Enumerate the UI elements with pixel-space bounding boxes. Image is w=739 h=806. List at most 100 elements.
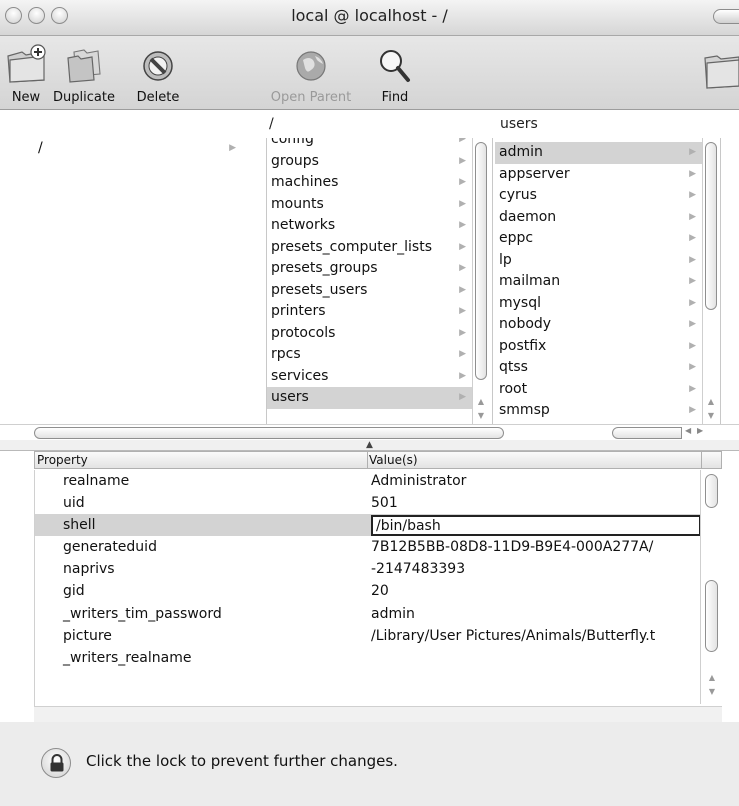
delete-button[interactable]: Delete bbox=[128, 44, 188, 105]
property-row[interactable]: generateduid 7B12B5BB-08D8-11D9-B9E4-000A… bbox=[35, 536, 722, 558]
property-value: 501 bbox=[371, 495, 398, 512]
scroll-thumb[interactable] bbox=[705, 142, 717, 310]
browser-item-users[interactable]: mailman ▶ bbox=[495, 271, 702, 293]
browser-item-users[interactable]: smmsp ▶ bbox=[495, 400, 702, 422]
disclosure-arrow-icon: ▶ bbox=[689, 362, 696, 372]
disclosure-arrow-icon: ▶ bbox=[459, 263, 466, 273]
browser-item-label: mounts bbox=[271, 195, 324, 212]
scroll-up-arrow-icon[interactable]: ▲ bbox=[473, 396, 489, 408]
property-scrollbar[interactable]: ▲ ▼ bbox=[700, 470, 722, 704]
pane-splitter[interactable]: ▲ bbox=[0, 440, 739, 451]
column-browser: / ▶ / config ▶ groups ▶ machines ▶ mounts ▶ netwo… bbox=[0, 110, 739, 435]
property-name: _writers_tim_password bbox=[63, 605, 222, 622]
duplicate-icon bbox=[67, 49, 101, 83]
column-header-users: users bbox=[500, 116, 538, 132]
magnifier-icon bbox=[380, 50, 410, 82]
new-button-label: New bbox=[11, 90, 41, 105]
disclosure-arrow-icon: ▶ bbox=[689, 340, 696, 351]
browser-item-label: protocols bbox=[271, 324, 336, 341]
scroll-up-arrow-icon[interactable]: ▲ bbox=[704, 672, 720, 684]
scroll-thumb[interactable] bbox=[705, 580, 718, 652]
property-value-edit-field[interactable]: /bin/bash bbox=[371, 515, 701, 537]
browser-item-users[interactable]: admin ▶ bbox=[495, 142, 702, 164]
window-title: local @ localhost - / bbox=[291, 6, 448, 25]
browser-item-users[interactable]: root ▶ bbox=[495, 379, 702, 401]
browser-item-slash[interactable]: protocols ▶ bbox=[267, 323, 472, 345]
scroll-down-arrow-icon[interactable]: ▼ bbox=[473, 410, 489, 422]
browser-item-slash[interactable]: services ▶ bbox=[267, 366, 472, 388]
property-row[interactable]: uid 501 bbox=[35, 492, 722, 514]
browser-item-users[interactable]: nobody ▶ bbox=[495, 314, 702, 336]
browser-item-users[interactable]: postfix ▶ bbox=[495, 336, 702, 358]
property-value: /Library/User Pictures/Animals/Butterfly… bbox=[371, 627, 656, 644]
toolbar: New Duplicate Delete Open Parent Find bbox=[0, 36, 739, 110]
browser-item-label: mailman bbox=[499, 273, 561, 289]
property-name: generateduid bbox=[63, 539, 157, 556]
browser-item-users[interactable]: cyrus ▶ bbox=[495, 185, 702, 207]
browser-item-users[interactable]: qtss ▶ bbox=[495, 357, 702, 379]
browser-item-slash[interactable]: machines ▶ bbox=[267, 172, 472, 194]
duplicate-button-label: Duplicate bbox=[53, 90, 115, 105]
browser-item-label: postfix bbox=[499, 337, 547, 354]
browser-item-slash[interactable]: groups ▶ bbox=[267, 151, 472, 173]
toolbar-toggle-button[interactable] bbox=[713, 9, 739, 24]
lock-button[interactable] bbox=[41, 748, 71, 778]
browser-item-users[interactable]: lp ▶ bbox=[495, 250, 702, 272]
scroll-thumb[interactable] bbox=[475, 142, 487, 380]
browser-item-label: eppc bbox=[499, 230, 534, 246]
duplicate-button[interactable]: Duplicate bbox=[48, 44, 120, 105]
browser-item-label: nobody bbox=[499, 316, 552, 332]
browser-horizontal-scrollbar[interactable]: ◀ ▶ bbox=[0, 424, 739, 440]
scroll-right-arrow-icon[interactable]: ▶ bbox=[697, 426, 703, 435]
browser-item-slash[interactable]: mounts ▶ bbox=[267, 194, 472, 216]
column-scrollbar-slash[interactable]: ▲ ▼ bbox=[472, 138, 488, 424]
open-parent-button-label: Open Parent bbox=[270, 90, 352, 105]
disclosure-arrow-icon: ▶ bbox=[689, 297, 696, 308]
disclosure-arrow-icon: ▶ bbox=[459, 155, 466, 166]
open-parent-button[interactable]: Open Parent bbox=[268, 44, 354, 105]
browser-item-users[interactable]: daemon ▶ bbox=[495, 207, 702, 229]
property-column-header[interactable]: Property bbox=[37, 453, 88, 467]
browser-item-root[interactable]: / ▶ bbox=[34, 138, 242, 160]
disclosure-arrow-icon: ▶ bbox=[459, 392, 466, 402]
property-value: Administrator bbox=[371, 473, 467, 489]
browser-item-label: rpcs bbox=[271, 346, 301, 362]
browser-item-label: printers bbox=[271, 303, 326, 319]
values-column-header[interactable]: Value(s) bbox=[369, 453, 418, 467]
browser-item-slash[interactable]: presets_computer_lists ▶ bbox=[267, 237, 472, 259]
browser-item-users[interactable]: appserver ▶ bbox=[495, 164, 702, 186]
browser-item-slash[interactable]: printers ▶ bbox=[267, 301, 472, 323]
scroll-down-arrow-icon[interactable]: ▼ bbox=[703, 410, 719, 422]
new-button[interactable]: New bbox=[4, 44, 48, 105]
scroll-down-arrow-icon[interactable]: ▼ bbox=[704, 686, 720, 698]
property-value: -2147483393 bbox=[371, 561, 466, 578]
browser-item-users[interactable]: mysql ▶ bbox=[495, 293, 702, 315]
browser-item-slash[interactable]: users ▶ bbox=[267, 387, 472, 409]
property-row[interactable]: shell/bin/bash bbox=[35, 514, 722, 537]
property-row[interactable]: _writers_realname bbox=[35, 647, 722, 669]
browser-item-label: groups bbox=[271, 152, 319, 169]
scroll-up-arrow-icon[interactable]: ▲ bbox=[703, 396, 719, 408]
property-row[interactable]: realname Administrator bbox=[35, 470, 722, 492]
browser-item-users[interactable]: eppc ▶ bbox=[495, 228, 702, 250]
property-row[interactable]: naprivs -2147483393 bbox=[35, 558, 722, 580]
folder-icon[interactable] bbox=[701, 50, 739, 90]
find-button[interactable]: Find bbox=[373, 44, 417, 105]
browser-item-slash[interactable]: config ▶ bbox=[267, 138, 472, 151]
disclosure-arrow-icon: ▶ bbox=[459, 370, 466, 381]
property-row[interactable]: picture/Library/User Pictures/Animals/Bu… bbox=[35, 625, 722, 647]
browser-item-slash[interactable]: networks ▶ bbox=[267, 215, 472, 237]
property-row[interactable]: _writers_tim_password admin bbox=[35, 603, 722, 625]
property-value: 7B12B5BB-08D8-11D9-B9E4-000A277A/ bbox=[371, 539, 654, 556]
column-scrollbar-users[interactable]: ▲ ▼ bbox=[702, 138, 718, 424]
scroll-thumb-top[interactable] bbox=[705, 474, 718, 508]
horizontal-scroll-thumb[interactable] bbox=[34, 427, 504, 439]
browser-item-label: services bbox=[271, 367, 329, 384]
scroll-left-arrow-icon[interactable]: ◀ bbox=[685, 426, 691, 435]
browser-item-slash[interactable]: presets_groups ▶ bbox=[267, 258, 472, 280]
property-row[interactable]: gid 20 bbox=[35, 580, 722, 602]
browser-item-slash[interactable]: rpcs ▶ bbox=[267, 344, 472, 366]
disclosure-arrow-icon: ▶ bbox=[459, 177, 466, 187]
browser-item-label: lp bbox=[499, 251, 512, 268]
browser-item-slash[interactable]: presets_users ▶ bbox=[267, 280, 472, 302]
